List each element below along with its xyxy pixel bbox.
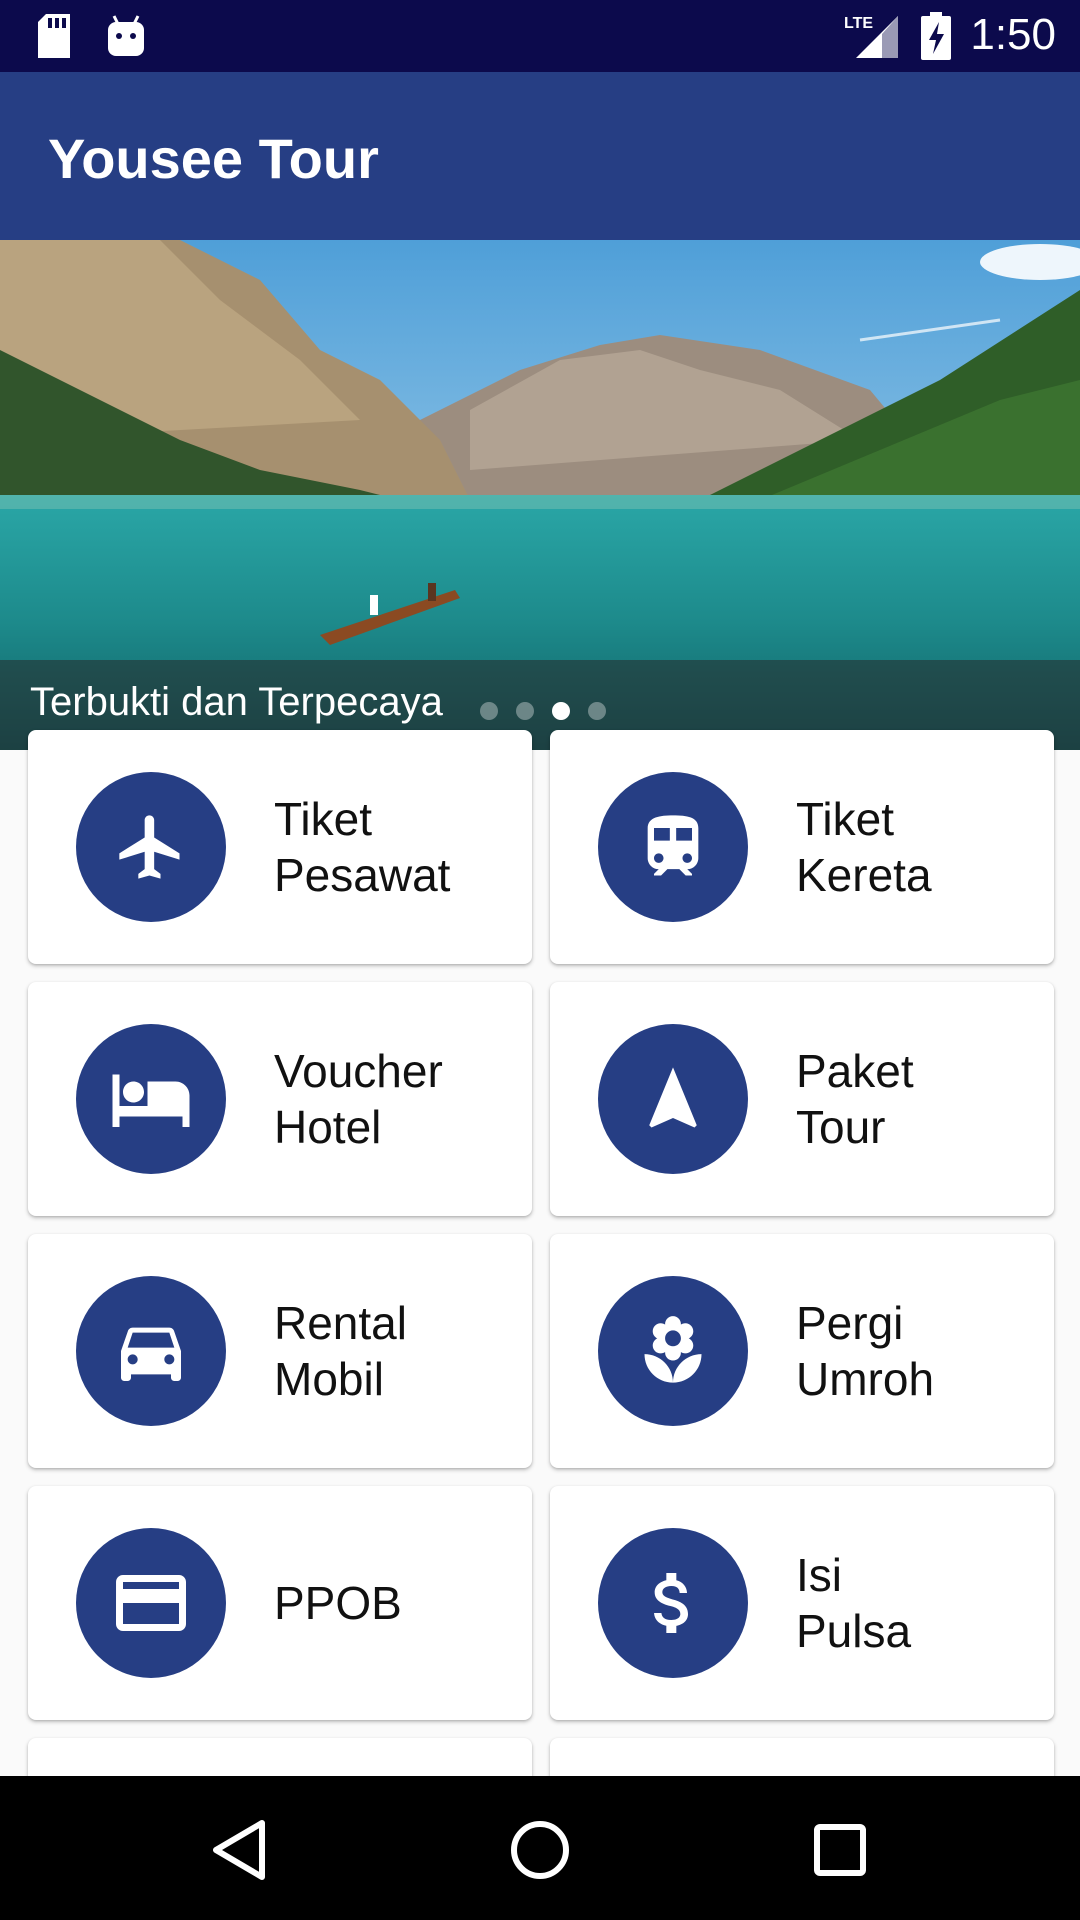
app-title: Yousee Tour [48, 127, 379, 190]
menu-label: PPOB [274, 1577, 402, 1629]
carousel-dot[interactable] [480, 702, 498, 720]
carousel-dot[interactable] [588, 702, 606, 720]
recents-icon[interactable] [800, 1810, 880, 1890]
svg-text:LTE: LTE [844, 15, 873, 32]
banner-carousel[interactable]: Terbukti dan Terpecaya [0, 240, 1080, 750]
train-icon [598, 772, 748, 922]
flower-icon [598, 1276, 748, 1426]
menu-label: Isi Pulsa [796, 1549, 912, 1657]
dollar-icon [598, 1528, 748, 1678]
status-bar: LTE 1:50 [0, 0, 1080, 72]
menu-tiket-kereta[interactable]: Tiket Kereta [550, 730, 1054, 964]
navigation-arrow-icon [598, 1024, 748, 1174]
app-bar: Yousee Tour [0, 72, 1080, 240]
carousel-indicator [480, 702, 606, 720]
menu-label: Rental Mobil [274, 1297, 407, 1405]
android-debug-icon [106, 14, 146, 63]
menu-label: Pergi Umroh [796, 1297, 935, 1405]
navigation-bar [0, 1776, 1080, 1920]
menu-label: Paket Tour [796, 1045, 914, 1153]
home-icon[interactable] [500, 1810, 580, 1890]
back-icon[interactable] [200, 1810, 280, 1890]
carousel-dot[interactable] [516, 702, 534, 720]
menu-ppob[interactable]: PPOB [28, 1486, 532, 1720]
car-icon [76, 1276, 226, 1426]
screen: LTE 1:50 Yousee Tour Terbukti dan Terpec… [0, 0, 1080, 1920]
menu-tiket-pesawat[interactable]: Tiket Pesawat [28, 730, 532, 964]
hotel-bed-icon [76, 1024, 226, 1174]
carousel-dot-active[interactable] [552, 702, 570, 720]
menu-rental-mobil[interactable]: Rental Mobil [28, 1234, 532, 1468]
menu-voucher-hotel[interactable]: Voucher Hotel [28, 982, 532, 1216]
battery-charging-icon [920, 12, 952, 65]
lte-signal-icon: LTE [842, 12, 900, 65]
airplane-icon [76, 772, 226, 922]
menu-label: Voucher Hotel [274, 1045, 443, 1153]
menu-isi-pulsa[interactable]: Isi Pulsa [550, 1486, 1054, 1720]
status-time: 1:50 [970, 10, 1056, 59]
menu-pergi-umroh[interactable]: Pergi Umroh [550, 1234, 1054, 1468]
menu-paket-tour[interactable]: Paket Tour [550, 982, 1054, 1216]
banner-caption: Terbukti dan Terpecaya [30, 680, 443, 724]
menu-label: Tiket Kereta [796, 793, 932, 901]
menu-label: Tiket Pesawat [274, 793, 451, 901]
sd-card-icon [36, 14, 72, 63]
credit-card-icon [76, 1528, 226, 1678]
